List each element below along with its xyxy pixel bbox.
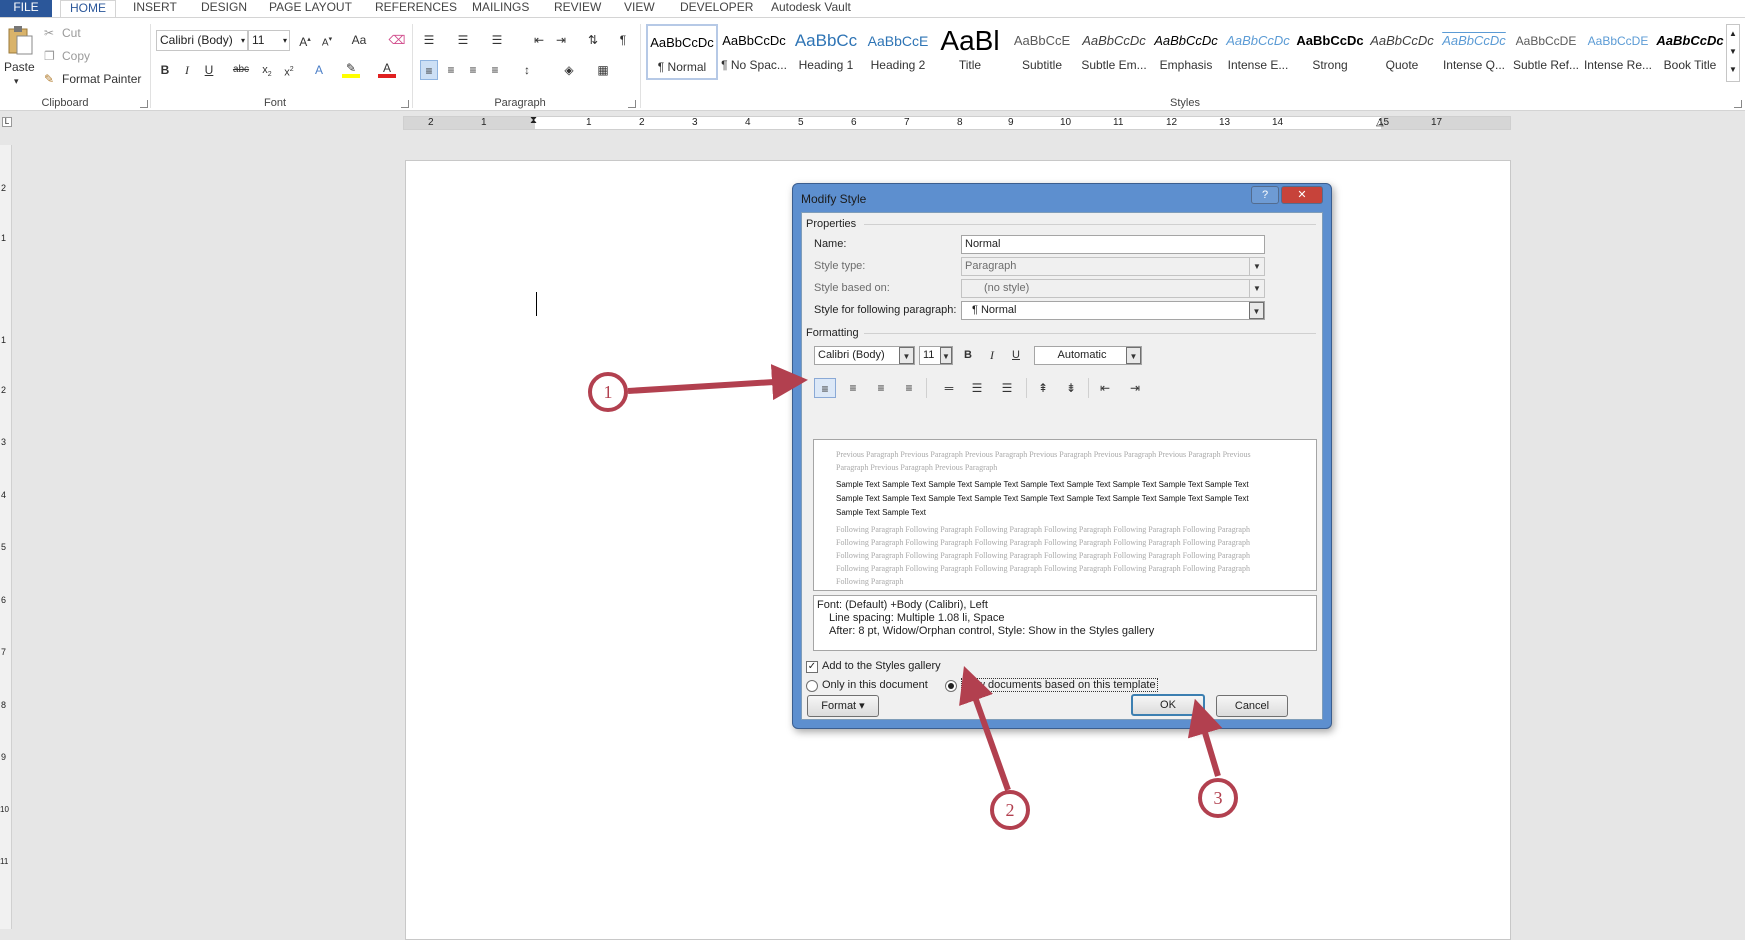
annotation-arrow-3 xyxy=(1187,698,1223,777)
annotation-arrow-1 xyxy=(627,364,808,401)
annotation-badge-3: 3 xyxy=(1198,778,1238,818)
annotation-badge-2: 2 xyxy=(990,790,1030,830)
annotation-badge-1: 1 xyxy=(588,372,628,412)
annotation-arrows xyxy=(627,364,1223,792)
annotation-arrow-2 xyxy=(959,666,1011,792)
